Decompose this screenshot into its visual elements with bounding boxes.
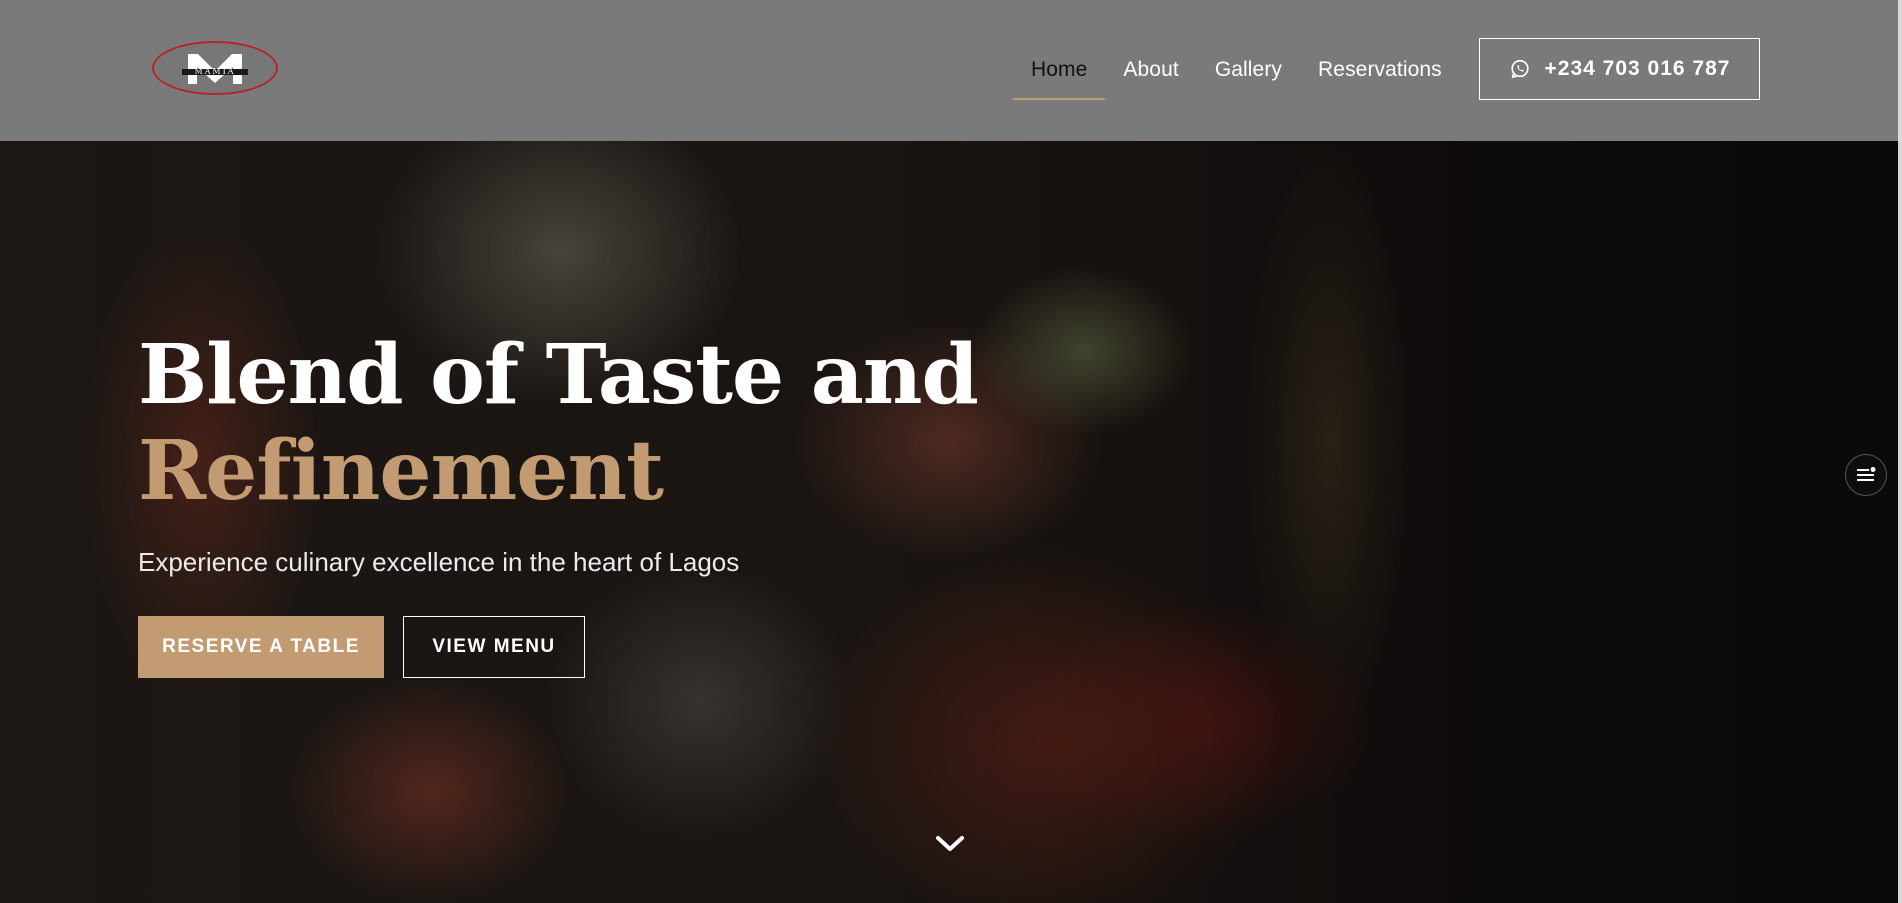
site-header: MAMIA Home About Gallery Reservations +2… xyxy=(0,0,1898,141)
nav-item-gallery[interactable]: Gallery xyxy=(1197,46,1300,96)
phone-number: +234 703 016 787 xyxy=(1544,57,1731,80)
nav-item-about[interactable]: About xyxy=(1105,46,1196,96)
hero-section: Blend of Taste and Refinement Experience… xyxy=(0,141,1898,903)
nav-item-home[interactable]: Home xyxy=(1013,46,1106,100)
side-menu-widget[interactable] xyxy=(1845,454,1887,496)
hero-content: Blend of Taste and Refinement Experience… xyxy=(138,327,979,678)
whatsapp-icon xyxy=(1510,59,1529,79)
hero-title-accent: Refinement xyxy=(138,423,664,519)
hero-subtitle: Experience culinary excellence in the he… xyxy=(138,547,740,577)
hero-buttons: RESERVE A TABLE VIEW MENU xyxy=(138,616,978,678)
reserve-table-button[interactable]: RESERVE A TABLE xyxy=(138,616,384,678)
scrollbar[interactable] xyxy=(1898,0,1902,903)
logo[interactable]: MAMIA xyxy=(152,41,278,95)
nav-item-reservations[interactable]: Reservations xyxy=(1300,46,1460,96)
hero-title: Blend of Taste and xyxy=(138,327,979,423)
main-nav: Home About Gallery Reservations xyxy=(1013,0,1460,141)
phone-button[interactable]: +234 703 016 787 xyxy=(1479,38,1760,100)
menu-lines-icon xyxy=(1857,467,1876,481)
chevron-down-icon[interactable] xyxy=(934,833,966,855)
view-menu-button[interactable]: VIEW MENU xyxy=(403,616,585,678)
logo-text: MAMIA xyxy=(194,67,236,76)
